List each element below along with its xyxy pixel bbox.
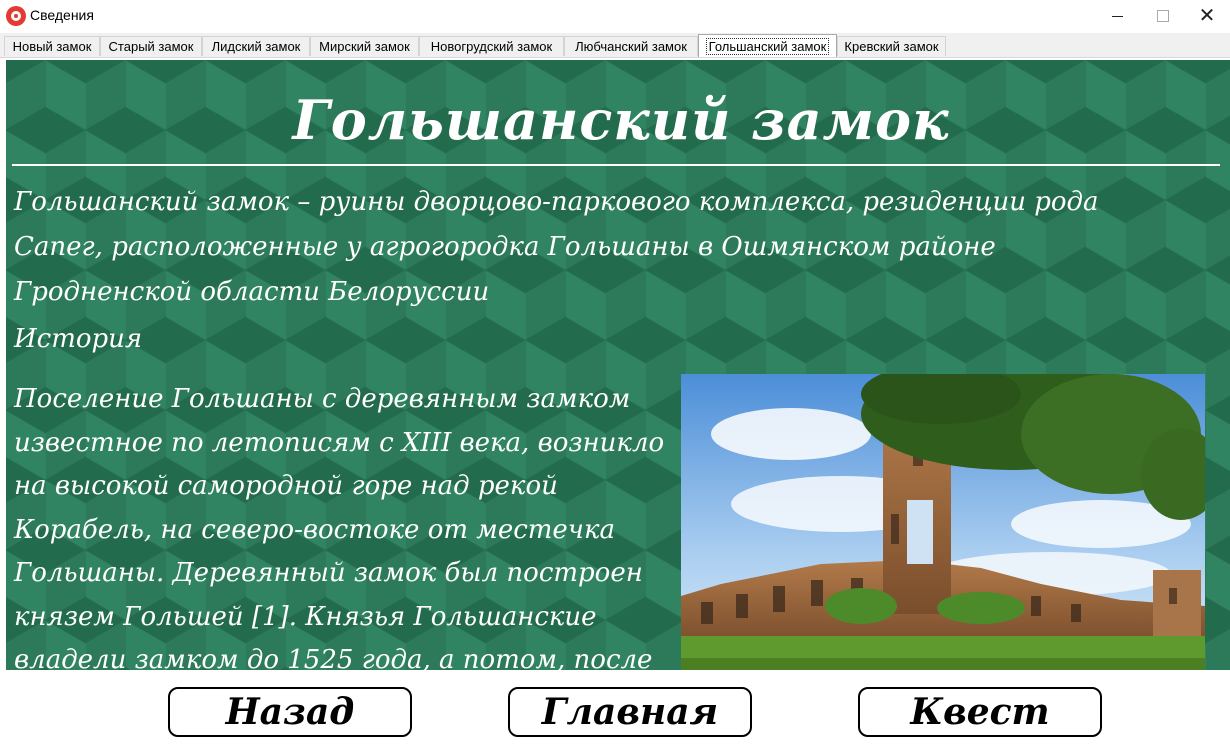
title-divider xyxy=(12,164,1220,166)
intro-text: Гольшанский замок – руины дворцово-парко… xyxy=(14,187,1099,307)
minimize-icon xyxy=(1111,15,1123,17)
tab-strip: Новый замок Старый замок Лидский замок М… xyxy=(0,33,1230,58)
title-bar: Сведения ✕ xyxy=(0,0,1230,32)
tab-novogrudskii-zamok[interactable]: Новогрудский замок xyxy=(419,36,564,56)
close-icon: ✕ xyxy=(1198,5,1216,27)
history-text: Поселение Гольшаны с деревянным замком и… xyxy=(14,384,665,670)
tab-golshanskii-zamok[interactable]: Гольшанский замок xyxy=(698,34,837,57)
tab-krevskii-zamok[interactable]: Кревский замок xyxy=(837,36,946,56)
tab-label: Любчанский замок xyxy=(575,39,687,54)
history-heading: История xyxy=(14,324,143,354)
quest-button[interactable]: Квест xyxy=(858,687,1102,737)
main-button[interactable]: Главная xyxy=(508,687,752,737)
page-title: Гольшанский замок xyxy=(292,88,950,152)
app-logo-icon xyxy=(6,6,26,26)
tab-label: Лидский замок xyxy=(211,39,301,54)
tab-label: Новогрудский замок xyxy=(430,39,553,54)
tab-label: Новый замок xyxy=(12,39,92,54)
tab-novyi-zamok[interactable]: Новый замок xyxy=(4,36,100,56)
maximize-icon xyxy=(1157,10,1169,22)
castle-ruins-photo xyxy=(681,374,1205,670)
tab-label: Мирский замок xyxy=(319,39,410,54)
window-title: Сведения xyxy=(30,7,94,23)
minimize-button[interactable] xyxy=(1094,0,1140,32)
content-panel[interactable]: Гольшанский замок Гольшанский замок – ру… xyxy=(6,60,1230,670)
close-button[interactable]: ✕ xyxy=(1184,0,1230,32)
back-button[interactable]: Назад xyxy=(168,687,412,737)
tab-mirskii-zamok[interactable]: Мирский замок xyxy=(310,36,419,56)
tab-staryi-zamok[interactable]: Старый замок xyxy=(100,36,202,56)
maximize-button[interactable] xyxy=(1140,0,1186,32)
tab-lidskii-zamok[interactable]: Лидский замок xyxy=(202,36,310,56)
tab-label: Старый замок xyxy=(108,39,194,54)
tab-label: Кревский замок xyxy=(844,39,939,54)
tab-label: Гольшанский замок xyxy=(705,37,830,55)
tab-lyubchanskii-zamok[interactable]: Любчанский замок xyxy=(564,36,698,56)
